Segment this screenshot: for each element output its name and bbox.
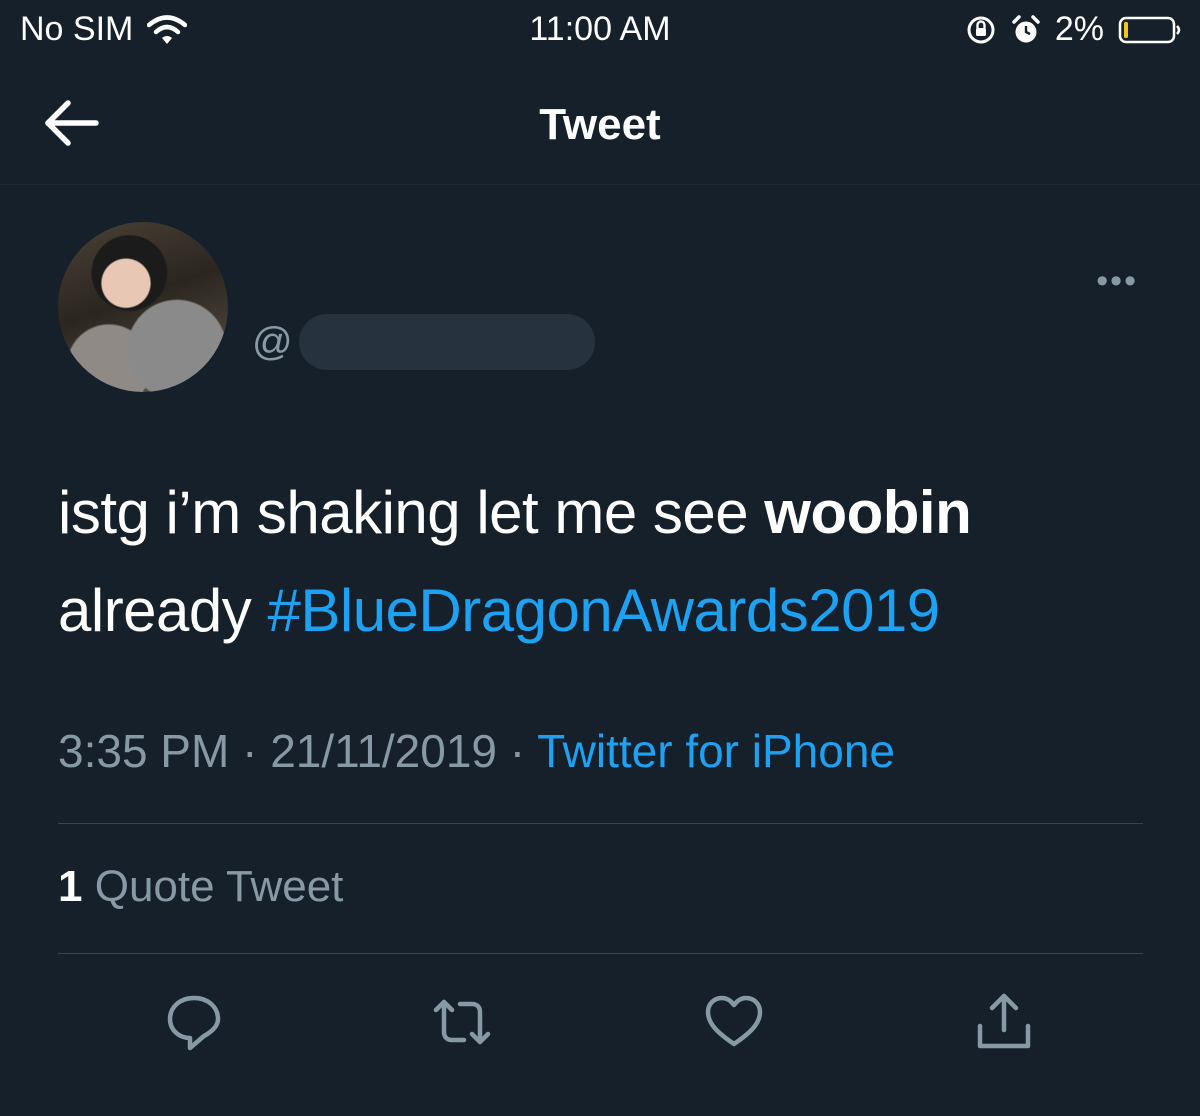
more-options-button[interactable]: ••• [1096,262,1138,301]
meta-separator: · [509,725,526,777]
retweet-icon [433,999,491,1045]
like-button[interactable] [702,990,766,1054]
quote-tweets-link[interactable]: 1 Quote Tweet [58,862,343,912]
reply-icon [167,995,221,1051]
orientation-lock-icon [967,16,995,43]
tweet-time: 3:35 PM [58,725,230,777]
tweet-meta: 3:35 PM · 21/11/2019 · Twitter for iPhon… [58,724,895,778]
tweet-actions [0,990,1200,1060]
share-icon [977,993,1031,1049]
page-title: Tweet [539,100,661,149]
status-bar: No SIM 11:00 AM 2% [0,0,1200,62]
alarm-icon [1012,14,1040,42]
tweet-text: istg i’m shaking let me see woobin alrea… [58,464,1158,660]
tweet-text-plain-2: already [58,577,268,644]
heart-icon [705,995,763,1047]
tweet-text-plain: istg i’m shaking let me see [58,479,765,546]
quote-label: Quote Tweet [94,862,344,911]
navigation-bar: Tweet [0,62,1200,185]
avatar[interactable] [58,222,228,392]
author-handle[interactable]: @ [252,314,595,370]
divider [58,953,1143,954]
tweet-date: 21/11/2019 [270,725,498,777]
quote-count: 1 [58,862,83,911]
retweet-button[interactable] [430,990,494,1054]
redacted-handle [298,314,595,370]
handle-prefix: @ [252,319,293,364]
hashtag-link[interactable]: #BlueDragonAwards2019 [267,577,940,644]
battery-percent: 2% [1054,10,1104,48]
battery-icon [1118,16,1181,43]
reply-button[interactable] [162,990,226,1054]
tweet-source-link[interactable]: Twitter for iPhone [537,725,895,777]
tweet-text-bold: woobin [764,479,972,546]
meta-separator: · [242,725,258,777]
divider [58,823,1143,824]
share-button[interactable] [972,990,1036,1054]
